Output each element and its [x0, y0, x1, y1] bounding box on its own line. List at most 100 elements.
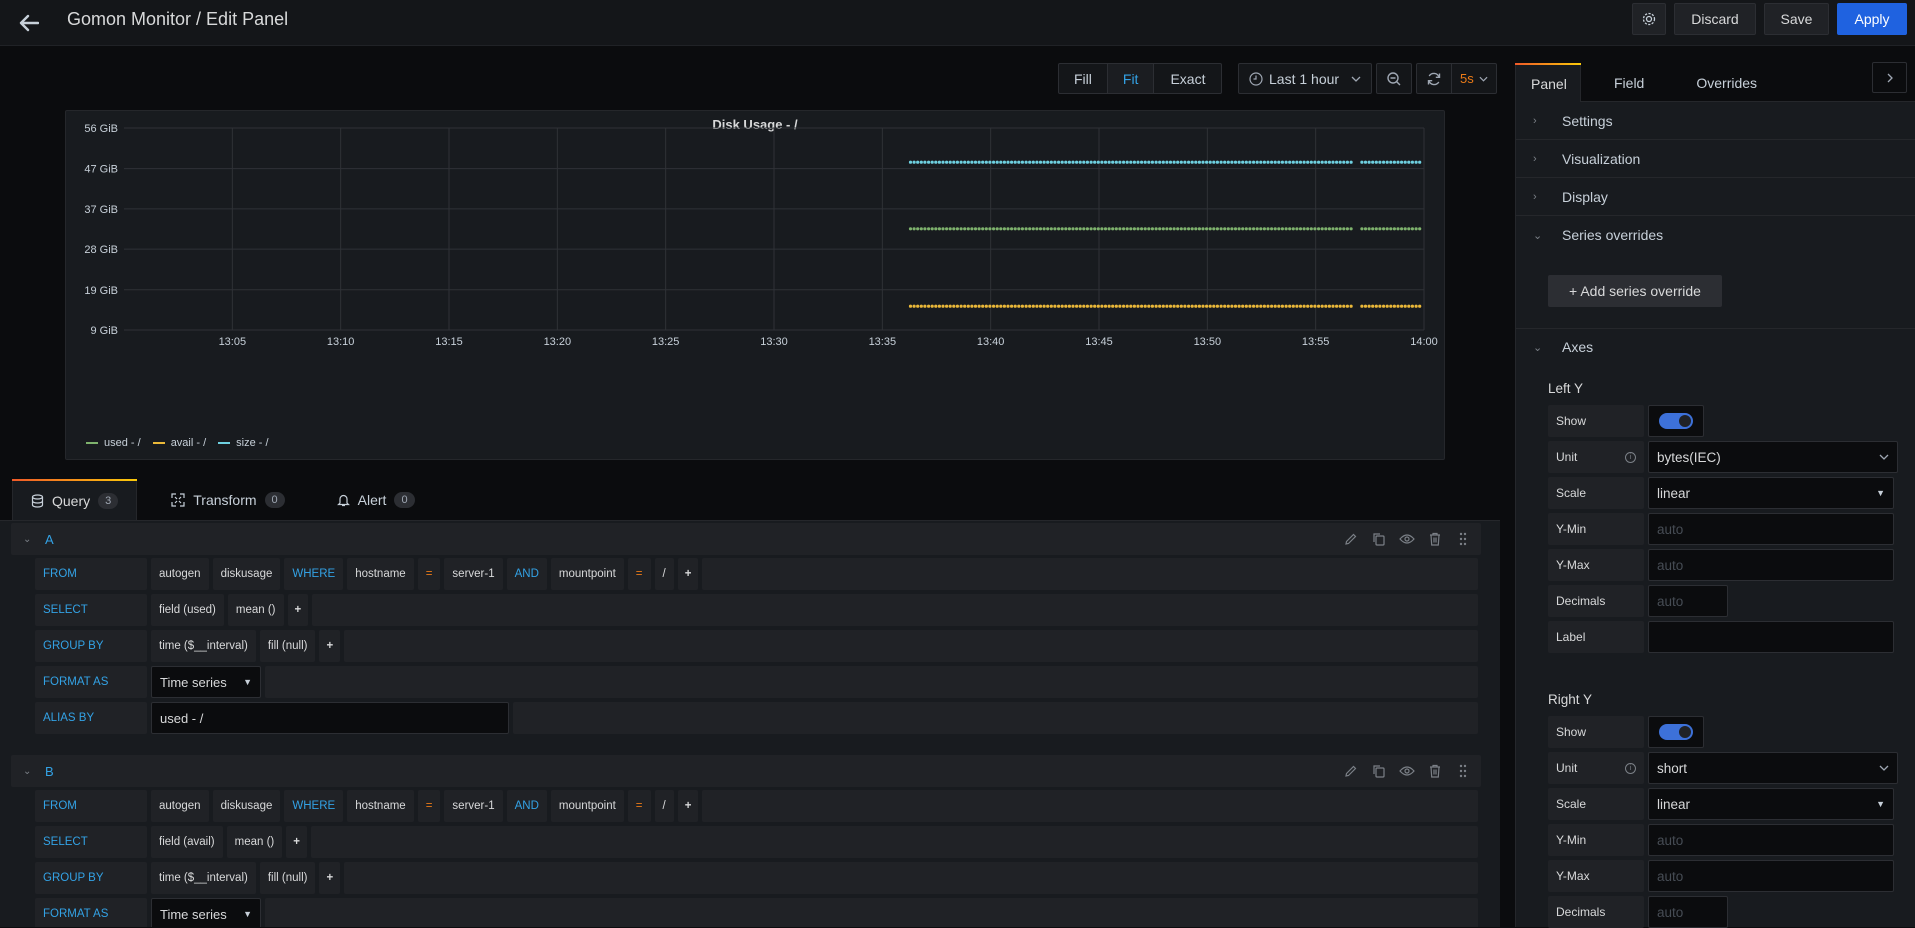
left-y-show-toggle[interactable]: [1648, 405, 1704, 437]
operator-segment[interactable]: =: [627, 790, 651, 822]
size-mode-fit[interactable]: Fit: [1107, 64, 1155, 93]
discard-button[interactable]: Discard: [1674, 3, 1756, 35]
from-keyword-segment[interactable]: WHERE: [284, 558, 344, 590]
data-point: [999, 227, 1003, 231]
from-segment[interactable]: mountpoint: [550, 790, 624, 822]
left-y-decimals-input[interactable]: auto: [1648, 585, 1728, 617]
section-axes[interactable]: ⌄ Axes: [1516, 328, 1915, 366]
collapse-options-button[interactable]: [1872, 62, 1907, 93]
chevron-down-icon[interactable]: ⌄: [23, 534, 35, 545]
right-y-show-toggle[interactable]: [1648, 716, 1704, 748]
format-as-select[interactable]: Time series ▼: [151, 666, 261, 698]
right-y-scale-select[interactable]: linear ▼: [1648, 788, 1894, 820]
dashboard-settings-button[interactable]: [1632, 3, 1666, 35]
back-button[interactable]: [14, 8, 44, 38]
query-b-from-row: FROM autogen diskusage WHERE hostname = serve…: [35, 790, 1478, 822]
size-mode-exact[interactable]: Exact: [1154, 64, 1221, 93]
alias-by-input[interactable]: used - /: [151, 702, 509, 734]
legend-item[interactable]: used - /: [86, 437, 141, 449]
left-y-label-input[interactable]: [1648, 621, 1894, 653]
section-settings[interactable]: › Settings: [1516, 102, 1915, 140]
chevron-down-icon[interactable]: ⌄: [23, 766, 35, 777]
apply-button[interactable]: Apply: [1837, 3, 1907, 35]
add-group-by-button[interactable]: +: [319, 862, 341, 894]
group-by-time[interactable]: time ($__interval): [151, 862, 256, 894]
add-select-button[interactable]: +: [286, 826, 307, 858]
eye-icon[interactable]: [1399, 763, 1415, 779]
add-condition-button[interactable]: +: [677, 790, 699, 822]
zoom-out-button[interactable]: [1377, 64, 1411, 93]
save-button[interactable]: Save: [1764, 3, 1829, 35]
operator-segment[interactable]: =: [417, 790, 441, 822]
select-aggregation[interactable]: mean (): [226, 826, 283, 858]
left-y-unit-select[interactable]: bytes(IEC): [1648, 441, 1898, 473]
right-y-min-input[interactable]: auto: [1648, 824, 1894, 856]
edit-icon[interactable]: [1343, 531, 1359, 547]
drag-handle-icon[interactable]: [1455, 763, 1471, 779]
group-by-fill[interactable]: fill (null): [259, 630, 316, 662]
duplicate-icon[interactable]: [1371, 531, 1387, 547]
data-point: [955, 227, 960, 231]
section-display[interactable]: › Display: [1516, 178, 1915, 216]
select-field[interactable]: field (avail): [151, 826, 223, 858]
section-series-overrides[interactable]: ⌄ Series overrides: [1516, 216, 1915, 254]
right-y-decimals-input[interactable]: auto: [1648, 896, 1728, 928]
tab-field[interactable]: Field: [1599, 64, 1659, 102]
drag-handle-icon[interactable]: [1455, 531, 1471, 547]
tab-overrides[interactable]: Overrides: [1681, 64, 1772, 102]
tab-transform[interactable]: Transform 0: [153, 480, 302, 520]
group-by-time[interactable]: time ($__interval): [151, 630, 256, 662]
query-header-a[interactable]: ⌄ A: [11, 523, 1481, 555]
from-keyword-segment[interactable]: AND: [506, 790, 547, 822]
from-segment[interactable]: /: [654, 558, 674, 590]
query-header-b[interactable]: ⌄ B: [11, 755, 1481, 787]
from-segment[interactable]: diskusage: [212, 790, 281, 822]
from-segment[interactable]: autogen: [151, 558, 209, 590]
tab-query[interactable]: Query 3: [12, 479, 138, 520]
add-series-override-button[interactable]: + Add series override: [1548, 275, 1722, 307]
format-as-select[interactable]: Time series ▼: [151, 898, 261, 927]
from-segment[interactable]: /: [654, 790, 674, 822]
select-field[interactable]: field (used): [151, 594, 224, 626]
refresh-button[interactable]: [1417, 64, 1452, 93]
left-y-scale-select[interactable]: linear ▼: [1648, 477, 1894, 509]
select-aggregation[interactable]: mean (): [227, 594, 284, 626]
time-range-picker[interactable]: Last 1 hour: [1239, 64, 1371, 93]
from-segment[interactable]: server-1: [444, 558, 503, 590]
duplicate-icon[interactable]: [1371, 763, 1387, 779]
row-filler: [312, 594, 1478, 626]
from-segment[interactable]: server-1: [444, 790, 503, 822]
legend-item[interactable]: size - /: [218, 437, 269, 449]
eye-icon[interactable]: [1399, 531, 1415, 547]
from-segment[interactable]: mountpoint: [550, 558, 624, 590]
data-point: [1298, 304, 1303, 308]
from-keyword-segment[interactable]: AND: [506, 558, 547, 590]
from-segment[interactable]: autogen: [151, 790, 209, 822]
tab-panel[interactable]: Panel: [1515, 63, 1581, 102]
legend-item[interactable]: avail - /: [152, 437, 206, 449]
add-select-button[interactable]: +: [287, 594, 309, 626]
operator-segment[interactable]: =: [627, 558, 651, 590]
group-by-fill[interactable]: fill (null): [259, 862, 316, 894]
size-mode-fill[interactable]: Fill: [1059, 64, 1108, 93]
edit-icon[interactable]: [1343, 763, 1359, 779]
right-y-unit-select[interactable]: short: [1648, 752, 1898, 784]
trash-icon[interactable]: [1427, 531, 1443, 547]
from-keyword-segment[interactable]: WHERE: [284, 790, 344, 822]
tab-alert[interactable]: Alert 0: [319, 480, 433, 520]
info-icon[interactable]: i: [1625, 451, 1636, 463]
left-y-min-input[interactable]: auto: [1648, 513, 1894, 545]
from-segment[interactable]: diskusage: [212, 558, 281, 590]
left-y-max-input[interactable]: auto: [1648, 549, 1894, 581]
right-y-max-input[interactable]: auto: [1648, 860, 1894, 892]
from-segment[interactable]: hostname: [347, 558, 414, 590]
section-visualization[interactable]: › Visualization: [1516, 140, 1915, 178]
operator-segment[interactable]: =: [417, 558, 441, 590]
trash-icon[interactable]: [1427, 763, 1443, 779]
refresh-interval-picker[interactable]: 5s: [1452, 64, 1496, 93]
data-point: [1064, 160, 1068, 164]
info-icon[interactable]: i: [1625, 762, 1636, 774]
from-segment[interactable]: hostname: [347, 790, 414, 822]
add-group-by-button[interactable]: +: [319, 630, 341, 662]
add-condition-button[interactable]: +: [677, 558, 699, 590]
